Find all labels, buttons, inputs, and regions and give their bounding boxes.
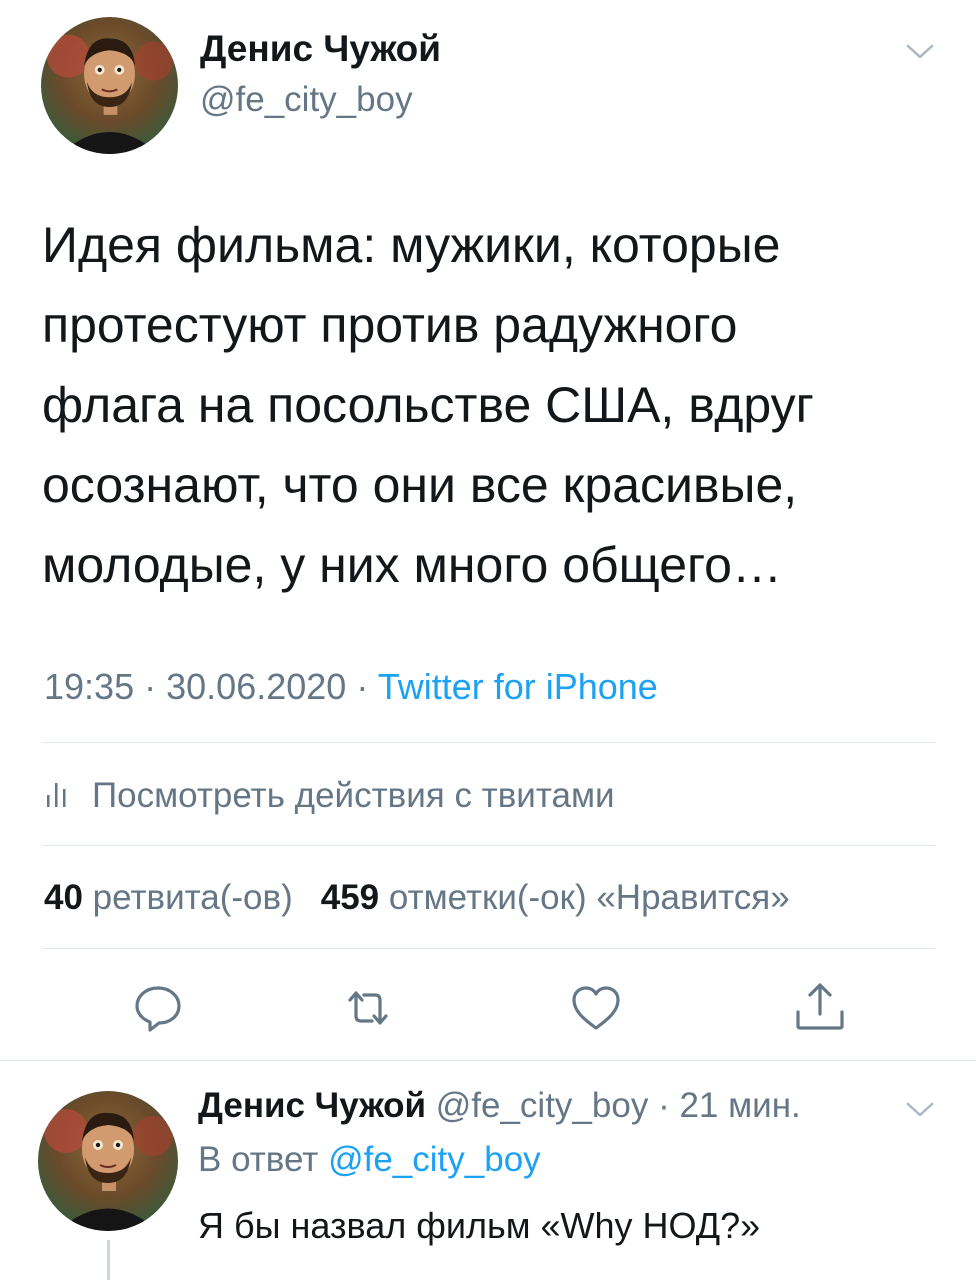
reply-button[interactable] — [130, 980, 186, 1036]
replying-to: В ответ @fe_city_boy — [198, 1140, 541, 1180]
meta-separator: · — [658, 1086, 670, 1125]
chevron-down-icon[interactable] — [905, 1100, 935, 1120]
reply-time: 21 мин. — [679, 1086, 801, 1125]
tweet-text: Идея фильма: мужики, которые протестуют … — [42, 205, 942, 605]
tweet-meta: 19:35 · 30.06.2020 · Twitter for iPhone — [44, 666, 658, 708]
meta-separator: · — [356, 666, 369, 707]
tweet-source-link[interactable]: Twitter for iPhone — [378, 666, 658, 707]
reply-to-mention-link[interactable]: @fe_city_boy — [328, 1140, 541, 1179]
divider — [42, 845, 935, 846]
view-tweet-activity-button[interactable]: Посмотреть действия с твитами — [46, 775, 615, 816]
reply-author-avatar[interactable] — [38, 1091, 178, 1231]
divider — [0, 1060, 976, 1061]
tweet-time: 19:35 — [44, 666, 135, 707]
thread-connector-line — [107, 1240, 110, 1280]
likes-stat[interactable]: 459 отметки(-ок) «Нравится» — [321, 878, 790, 917]
tweet-stats: 40 ретвита(-ов) 459 отметки(-ок) «Нравитс… — [44, 878, 790, 918]
retweet-icon — [340, 980, 396, 1036]
reply-icon — [130, 980, 186, 1036]
author-avatar[interactable] — [41, 17, 178, 154]
retweets-count: 40 — [44, 878, 83, 917]
retweets-label: ретвита(-ов) — [92, 878, 293, 917]
share-icon — [792, 980, 848, 1036]
reply-header: Денис Чужой @fe_city_boy · 21 мин. — [198, 1086, 801, 1126]
author-handle[interactable]: @fe_city_boy — [200, 80, 413, 120]
reply-text: Я бы назвал фильм «Why НОД?» — [198, 1205, 761, 1246]
retweets-stat[interactable]: 40 ретвита(-ов) — [44, 878, 293, 917]
like-button[interactable] — [568, 980, 624, 1036]
chevron-down-icon[interactable] — [905, 42, 935, 62]
divider — [42, 742, 935, 743]
analytics-bars-icon — [46, 775, 68, 816]
divider — [42, 948, 935, 949]
retweet-button[interactable] — [340, 980, 396, 1036]
tweet-text-line: Идея фильма: мужики, которые — [42, 217, 781, 273]
like-heart-icon — [568, 980, 624, 1036]
reply-author-handle[interactable]: @fe_city_boy — [436, 1086, 649, 1125]
tweet-date: 30.06.2020 — [166, 666, 347, 707]
tweet-text-line: протестуют против радужного — [42, 297, 738, 353]
tweet-text-line: флага на посольстве США, вдруг — [42, 377, 814, 433]
share-button[interactable] — [792, 980, 848, 1036]
analytics-label: Посмотреть действия с твитами — [92, 775, 615, 815]
reply-author-name[interactable]: Денис Чужой — [198, 1086, 426, 1125]
meta-separator: · — [144, 666, 157, 707]
tweet-text-line: осознают, что они все красивые, — [42, 457, 798, 513]
author-name[interactable]: Денис Чужой — [200, 28, 441, 70]
likes-label: отметки(-ок) «Нравится» — [388, 878, 790, 917]
likes-count: 459 — [320, 878, 380, 917]
reply-to-prefix: В ответ — [198, 1140, 319, 1179]
tweet-text-line: молодые, у них много общего… — [42, 537, 782, 593]
